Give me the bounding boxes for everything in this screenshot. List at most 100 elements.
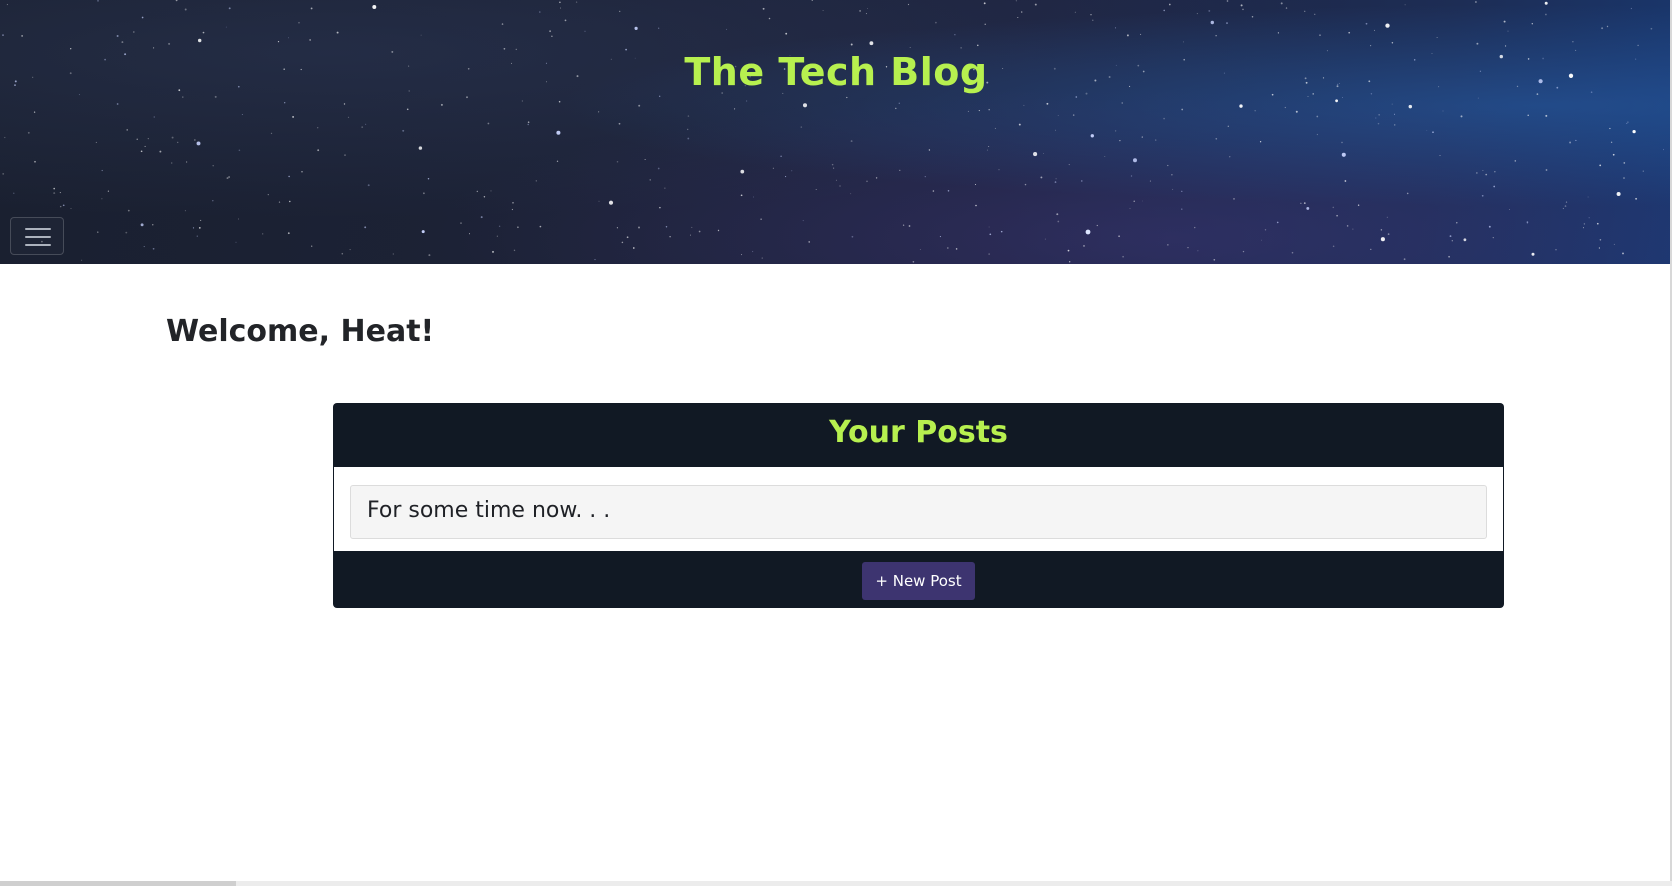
- star: [501, 23, 504, 25]
- star: [347, 116, 350, 118]
- star: [800, 126, 803, 128]
- star: [899, 169, 901, 172]
- star: [939, 236, 941, 238]
- star: [1482, 169, 1484, 172]
- star: [1630, 7, 1633, 10]
- page: The Tech Blog Welcome, Heat! Your Posts …: [0, 0, 1672, 886]
- posts-list: For some time now. . .: [334, 467, 1503, 551]
- star: [1476, 172, 1478, 174]
- star: [336, 31, 339, 34]
- star: [1083, 245, 1085, 247]
- star: [341, 252, 344, 255]
- star: [1477, 97, 1479, 99]
- star: [850, 43, 853, 46]
- star: [954, 34, 956, 36]
- star: [171, 136, 174, 139]
- star: [535, 180, 537, 182]
- star: [978, 110, 980, 112]
- star: [977, 44, 979, 47]
- star: [235, 241, 237, 243]
- star: [1565, 201, 1568, 203]
- star: [1090, 134, 1094, 138]
- star: [1316, 133, 1319, 136]
- star: [558, 100, 561, 103]
- star: [988, 145, 990, 147]
- star: [869, 41, 874, 46]
- star: [440, 103, 443, 106]
- star: [1632, 129, 1636, 134]
- star: [1300, 202, 1302, 204]
- star: [1226, 22, 1228, 25]
- star: [427, 177, 430, 180]
- star: [1227, 125, 1229, 127]
- star: [6, 4, 8, 6]
- star: [1493, 185, 1496, 188]
- star: [1251, 16, 1254, 18]
- star: [967, 110, 969, 112]
- star: [1514, 160, 1517, 162]
- star: [909, 46, 911, 49]
- star: [658, 27, 660, 29]
- star: [851, 235, 854, 238]
- star: [59, 205, 62, 208]
- star: [367, 184, 370, 187]
- star: [21, 35, 23, 37]
- star: [1057, 220, 1060, 223]
- star: [1613, 243, 1615, 245]
- star: [1277, 32, 1280, 34]
- star: [989, 233, 992, 236]
- navbar-toggle-button[interactable]: [10, 217, 64, 255]
- star: [62, 204, 65, 207]
- star: [850, 140, 853, 143]
- star: [1233, 198, 1235, 200]
- star: [101, 169, 103, 172]
- star: [946, 247, 949, 249]
- site-title[interactable]: The Tech Blog: [0, 50, 1672, 94]
- star: [1341, 152, 1346, 157]
- star: [1406, 192, 1409, 195]
- star: [70, 208, 72, 209]
- star: [116, 103, 119, 105]
- star: [1612, 153, 1615, 156]
- star: [935, 21, 937, 24]
- star: [866, 8, 868, 9]
- star: [365, 123, 367, 125]
- star: [185, 161, 188, 163]
- star: [1505, 45, 1507, 47]
- star: [194, 139, 196, 141]
- star: [33, 111, 36, 113]
- star: [831, 163, 834, 166]
- hamburger-menu-icon-bar: [25, 244, 51, 246]
- star: [741, 254, 743, 256]
- star: [772, 167, 774, 169]
- star: [1197, 250, 1199, 252]
- star: [1610, 141, 1613, 143]
- star: [598, 111, 600, 113]
- star: [1335, 99, 1338, 103]
- horizontal-scrollbar-thumb[interactable]: [0, 881, 236, 886]
- star: [1000, 230, 1003, 233]
- star: [182, 96, 184, 98]
- star: [1167, 164, 1169, 167]
- star: [1332, 206, 1335, 209]
- star: [1587, 196, 1589, 198]
- star: [171, 162, 173, 164]
- star: [998, 169, 1000, 171]
- star: [835, 179, 837, 181]
- star: [1387, 233, 1390, 235]
- star: [1182, 41, 1184, 43]
- star: [284, 102, 286, 104]
- star: [659, 206, 661, 209]
- post-list-item[interactable]: For some time now. . .: [350, 485, 1487, 539]
- star: [657, 167, 660, 170]
- star: [761, 257, 763, 259]
- star: [669, 235, 671, 238]
- star: [1040, 176, 1043, 179]
- star: [301, 171, 303, 173]
- star: [1314, 13, 1316, 15]
- star: [560, 7, 561, 9]
- new-post-button[interactable]: + New Post: [862, 562, 975, 600]
- star: [1599, 164, 1602, 167]
- star: [53, 187, 55, 190]
- star: [1476, 42, 1479, 45]
